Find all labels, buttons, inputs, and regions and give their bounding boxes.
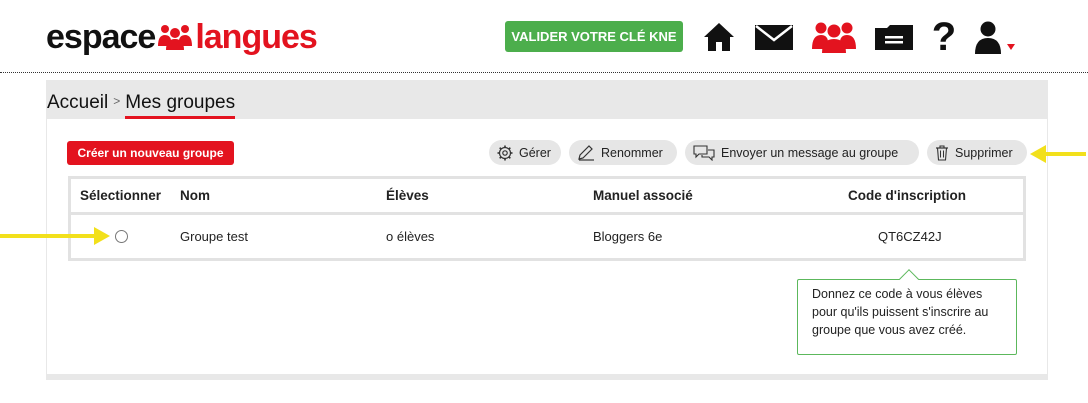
pencil-icon xyxy=(578,144,594,161)
send-message-button[interactable]: Envoyer un message au groupe xyxy=(685,140,919,165)
rename-label: Renommer xyxy=(601,145,663,160)
row-students: o élèves xyxy=(386,229,435,244)
user-icon xyxy=(975,21,1001,54)
delete-label: Supprimer xyxy=(955,145,1013,160)
user-menu[interactable] xyxy=(968,18,1020,56)
table-row[interactable]: Groupe test o élèves Bloggers 6e QT6CZ42… xyxy=(71,215,1023,258)
row-code: QT6CZ42J xyxy=(878,229,942,244)
folder-icon[interactable] xyxy=(872,18,916,56)
tooltip-text: Donnez ce code à vous élèves pour qu'ils… xyxy=(812,287,989,337)
logo-text-langues: langues xyxy=(195,17,317,56)
col-students: Élèves xyxy=(386,188,429,203)
row-select-radio[interactable] xyxy=(115,215,128,258)
col-select: Sélectionner xyxy=(80,188,162,203)
col-manual: Manuel associé xyxy=(593,188,693,203)
col-name: Nom xyxy=(180,188,210,203)
gear-icon xyxy=(497,145,513,160)
logo-text-espace: espace xyxy=(46,17,156,56)
help-icon[interactable]: ? xyxy=(928,17,960,57)
delete-button[interactable]: Supprimer xyxy=(927,140,1027,165)
main-area: Accueil > Mes groupes Créer un nouveau g… xyxy=(0,74,1088,403)
col-code: Code d'inscription xyxy=(848,188,966,203)
manage-button[interactable]: Gérer xyxy=(489,140,561,165)
caret-down-icon xyxy=(1007,44,1015,50)
row-name: Groupe test xyxy=(180,229,248,244)
validate-kne-button[interactable]: VALIDER VOTRE CLÉ KNE xyxy=(505,21,683,52)
send-message-label: Envoyer un message au groupe xyxy=(721,145,899,160)
code-tooltip: Donnez ce code à vous élèves pour qu'ils… xyxy=(797,269,1017,355)
groups-table: Sélectionner Nom Élèves Manuel associé C… xyxy=(68,176,1026,261)
table-header: Sélectionner Nom Élèves Manuel associé C… xyxy=(71,179,1023,215)
breadcrumb-home[interactable]: Accueil xyxy=(47,92,108,114)
create-group-button[interactable]: Créer un nouveau groupe xyxy=(67,141,234,165)
left-arrow-annotation-icon xyxy=(1030,145,1086,163)
rename-button[interactable]: Renommer xyxy=(569,140,677,165)
trash-icon xyxy=(936,144,948,161)
mail-icon[interactable] xyxy=(753,18,795,56)
breadcrumb-current: Mes groupes xyxy=(125,92,236,119)
logo[interactable]: espace langues xyxy=(46,17,318,56)
right-arrow-annotation-icon xyxy=(0,227,110,245)
home-icon[interactable] xyxy=(700,18,738,56)
row-manual: Bloggers 6e xyxy=(593,229,663,244)
manage-label: Gérer xyxy=(519,145,551,160)
groups-icon[interactable] xyxy=(810,18,858,56)
breadcrumb: Accueil > Mes groupes xyxy=(47,92,236,119)
logo-people-icon xyxy=(157,24,193,50)
radio-button[interactable] xyxy=(115,230,128,243)
groups-panel: Créer un nouveau groupe Gérer Renommer E… xyxy=(47,119,1047,374)
breadcrumb-separator: > xyxy=(113,94,121,108)
header: espace langues VALIDER VOTRE CLÉ KNE ? xyxy=(0,0,1088,73)
chat-icon xyxy=(693,144,715,161)
